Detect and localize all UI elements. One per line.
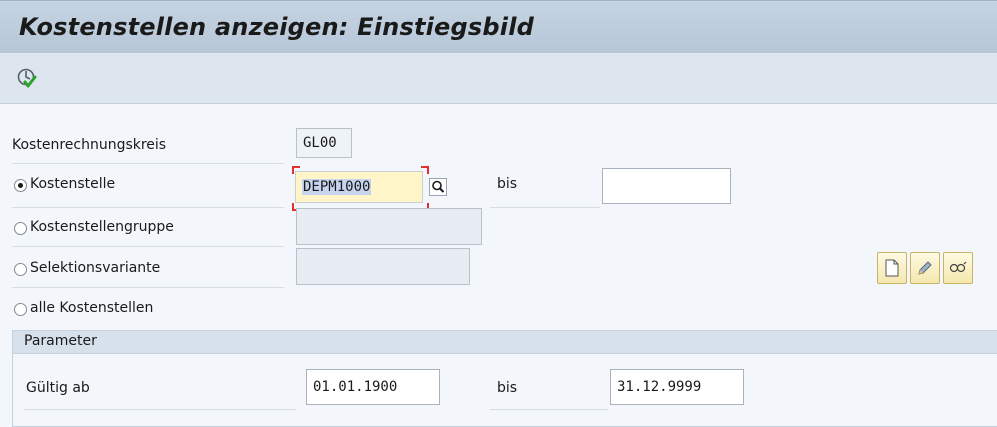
cost-center-value: DEPM1000 [302, 179, 372, 195]
cost-center-to-label: bis [497, 176, 518, 192]
row-divider [24, 409, 296, 410]
execute-icon[interactable] [16, 67, 38, 89]
cost-center-group-label: Kostenstellengruppe [30, 219, 174, 235]
focus-corner [421, 166, 429, 174]
cost-center-group-radio[interactable] [14, 222, 27, 235]
parameter-group-title: Parameter [24, 333, 97, 349]
all-cost-centers-radio[interactable] [14, 303, 27, 316]
row-divider [12, 207, 284, 208]
cost-center-label: Kostenstelle [30, 176, 116, 192]
selection-variant-radio[interactable] [14, 263, 27, 276]
controlling-area-field[interactable]: GL00 [296, 128, 352, 158]
row-divider [12, 163, 284, 164]
controlling-area-label: Kostenrechnungskreis [12, 137, 167, 153]
parameter-group-header: Parameter [13, 331, 997, 354]
cost-center-to-field[interactable] [602, 168, 731, 204]
cost-center-radio[interactable] [14, 179, 27, 192]
page-title: Kostenstellen anzeigen: Einstiegsbild [19, 13, 534, 41]
valid-to-label: bis [497, 380, 518, 396]
valid-to-field[interactable]: 31.12.9999 [610, 369, 744, 405]
change-variant-button[interactable] [910, 252, 940, 284]
selection-variant-label: Selektionsvariante [30, 260, 161, 276]
row-divider [12, 287, 284, 288]
display-variant-button[interactable] [943, 252, 973, 284]
cost-center-field[interactable]: DEPM1000 [295, 171, 423, 203]
title-bar: Kostenstellen anzeigen: Einstiegsbild [0, 0, 997, 54]
search-help-icon[interactable] [426, 175, 450, 199]
selection-variant-field[interactable] [296, 248, 470, 285]
valid-from-field[interactable]: 01.01.1900 [306, 369, 440, 405]
create-icon [885, 259, 899, 277]
valid-from-label: Gültig ab [26, 380, 90, 396]
focus-corner [292, 166, 300, 174]
create-variant-button[interactable] [877, 252, 907, 284]
application-toolbar [0, 53, 997, 104]
edit-icon [918, 261, 932, 275]
row-divider [12, 246, 284, 247]
parameter-group: Parameter [12, 330, 997, 427]
row-divider [490, 207, 600, 208]
cost-center-group-field[interactable] [296, 208, 482, 245]
display-icon [949, 261, 967, 273]
all-cost-centers-label: alle Kostenstellen [30, 300, 154, 316]
row-divider [490, 409, 608, 410]
